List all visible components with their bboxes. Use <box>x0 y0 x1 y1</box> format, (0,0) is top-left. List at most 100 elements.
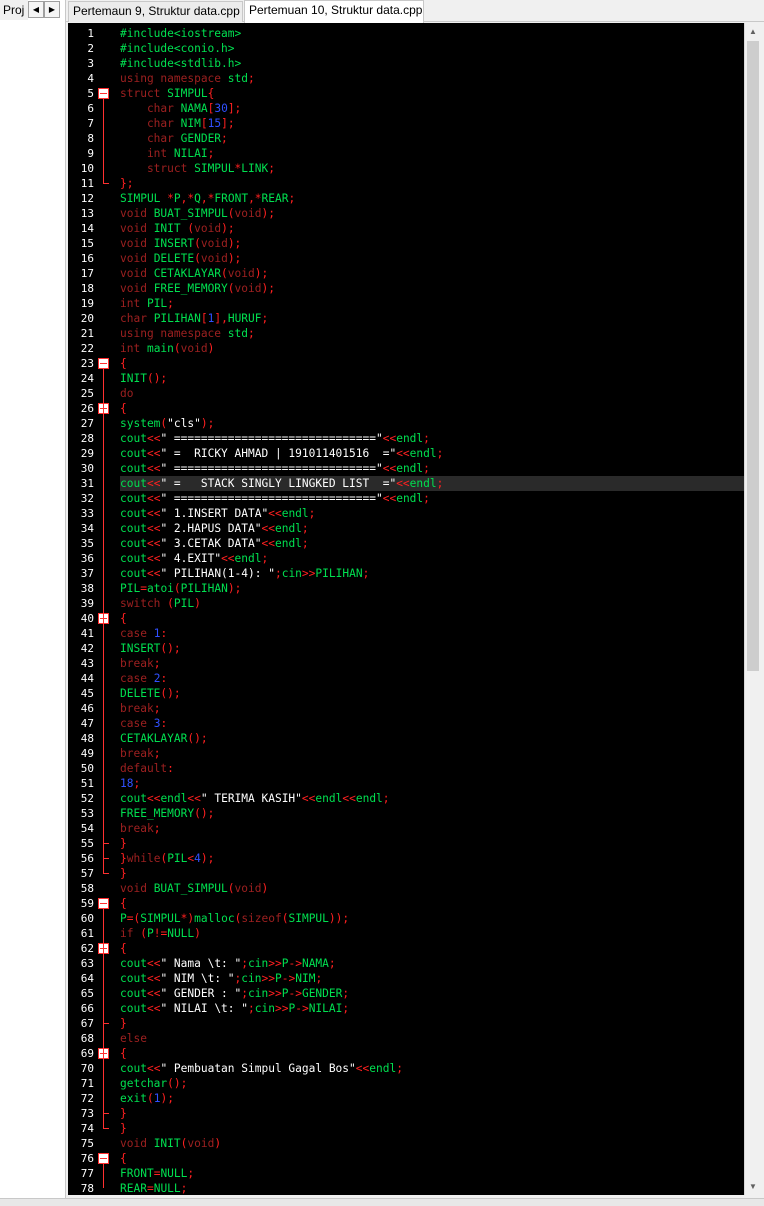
code-line[interactable]: 23 { <box>81 356 744 371</box>
code-line[interactable]: 63 cout<<" Nama \t: ";cin>>P->NAMA; <box>81 956 744 971</box>
code-line[interactable]: 5 struct SIMPUL{ <box>87 86 744 101</box>
scrollbar-thumb[interactable] <box>747 41 759 671</box>
code-line[interactable]: 30 cout<<" ==============================… <box>81 461 744 476</box>
code-line[interactable]: 34 cout<<" 2.HAPUS DATA"<<endl; <box>81 521 744 536</box>
code-line[interactable]: 58 void BUAT_SIMPUL(void) <box>81 881 744 896</box>
fold-toggle-icon[interactable] <box>98 1153 109 1164</box>
code-line[interactable]: 15 void INSERT(void); <box>81 236 744 251</box>
code-line[interactable]: 55} <box>81 836 744 851</box>
code-line[interactable]: 47 case 3: <box>81 716 744 731</box>
code-line[interactable]: 14 void INIT (void); <box>81 221 744 236</box>
code-line[interactable]: 49 break; <box>81 746 744 761</box>
code-line[interactable]: 73} <box>81 1106 744 1121</box>
code-line[interactable]: 35 cout<<" 3.CETAK DATA"<<endl; <box>81 536 744 551</box>
code-line[interactable]: 67} <box>81 1016 744 1031</box>
code-token: ,* <box>200 192 215 205</box>
code-line[interactable]: 26 { <box>81 401 744 416</box>
fold-toggle-icon[interactable] <box>98 88 109 99</box>
code-line[interactable]: 27 system("cls"); <box>81 416 744 431</box>
code-line[interactable]: 44 case 2: <box>81 671 744 686</box>
code-editor[interactable]: 1 #include<iostream> 2 #include<conio.h> 3 #i… <box>68 23 744 1195</box>
code-line[interactable]: 60 P=(SIMPUL*)malloc(sizeof(SIMPUL)); <box>81 911 744 926</box>
code-token: { <box>207 87 215 100</box>
code-line[interactable]: 78 REAR=NULL; <box>81 1181 744 1195</box>
code-line[interactable]: 45 DELETE(); <box>81 686 744 701</box>
project-tab[interactable]: Proj <box>0 0 28 20</box>
code-line[interactable]: 59 { <box>81 896 744 911</box>
code-line[interactable]: 2 #include<conio.h> <box>87 41 744 56</box>
code-line[interactable]: 76 { <box>81 1151 744 1166</box>
code-line[interactable]: 62 { <box>81 941 744 956</box>
line-number: 69 <box>80 1047 94 1060</box>
code-line[interactable]: 48 CETAKLAYAR(); <box>81 731 744 746</box>
code-line[interactable]: 33 cout<<" 1.INSERT DATA"<<endl; <box>81 506 744 521</box>
code-line[interactable]: 16 void DELETE(void); <box>81 251 744 266</box>
code-line[interactable]: 6 char NAMA[30]; <box>87 101 744 116</box>
code-token: " ==============================" <box>160 462 383 475</box>
code-line[interactable]: 42 INSERT(); <box>81 641 744 656</box>
fold-toggle-icon[interactable] <box>98 358 109 369</box>
code-line[interactable]: 52 cout<<endl<<" TERIMA KASIH"<<endl<<end… <box>81 791 744 806</box>
code-line[interactable]: 54 break; <box>81 821 744 836</box>
code-line[interactable]: 1 #include<iostream> <box>87 26 744 41</box>
code-line[interactable]: 65 cout<<" GENDER : ";cin>>P->GENDER; <box>81 986 744 1001</box>
code-line[interactable]: 41 case 1: <box>81 626 744 641</box>
code-line[interactable]: 9 int NILAI; <box>87 146 744 161</box>
code-line[interactable]: 3 #include<stdlib.h> <box>87 56 744 71</box>
code-line[interactable]: 4 using namespace std; <box>87 71 744 86</box>
code-line[interactable]: 51 18; <box>81 776 744 791</box>
code-line[interactable]: 12 SIMPUL *P,*Q,*FRONT,*REAR; <box>81 191 744 206</box>
code-token: << <box>146 1062 161 1075</box>
code-line[interactable]: 37 cout<<" PILIHAN(1-4): ";cin>>PILIHAN; <box>81 566 744 581</box>
code-line[interactable]: 10 struct SIMPUL*LINK; <box>81 161 744 176</box>
code-line[interactable]: 46 break; <box>81 701 744 716</box>
code-line[interactable]: 71 getchar(); <box>81 1076 744 1091</box>
code-line[interactable]: 11}; <box>81 176 744 191</box>
code-line[interactable]: 36 cout<<" 4.EXIT"<<endl; <box>81 551 744 566</box>
code-line[interactable]: 24 INIT(); <box>81 371 744 386</box>
code-line[interactable]: 77 FRONT=NULL; <box>81 1166 744 1181</box>
tab-scroll-left-button[interactable]: ◀ <box>28 1 44 18</box>
fold-toggle-icon[interactable] <box>98 898 109 909</box>
code-line[interactable]: 38 PIL=atoi(PILIHAN); <box>81 581 744 596</box>
code-line[interactable]: 17 void CETAKLAYAR(void); <box>81 266 744 281</box>
code-line[interactable]: 28 cout<<" ==============================… <box>81 431 744 446</box>
code-line[interactable]: 22 int main(void) <box>81 341 744 356</box>
scroll-up-arrow-icon[interactable]: ▲ <box>745 23 761 40</box>
vertical-scrollbar[interactable]: ▲ ▼ <box>744 23 761 1195</box>
code-line[interactable]: 69 { <box>81 1046 744 1061</box>
code-area[interactable]: 1 #include<iostream> 2 #include<conio.h> 3 #i… <box>81 26 744 1195</box>
code-line[interactable]: 25 do <box>81 386 744 401</box>
tab-scroll-right-button[interactable]: ▶ <box>44 1 60 18</box>
code-line[interactable]: 29 cout<<" = RICKY AHMAD | 191011401516 =… <box>81 446 744 461</box>
code-line[interactable]: 32 cout<<" ==============================… <box>81 491 744 506</box>
line-number: 35 <box>80 537 94 550</box>
code-line[interactable]: 39 switch (PIL) <box>81 596 744 611</box>
code-line[interactable]: 68 else <box>81 1031 744 1046</box>
code-line[interactable]: 57} <box>81 866 744 881</box>
code-line[interactable]: 70 cout<<" Pembuatan Simpul Gagal Bos"<<e… <box>81 1061 744 1076</box>
code-line[interactable]: 7 char NIM[15]; <box>87 116 744 131</box>
scroll-down-arrow-icon[interactable]: ▼ <box>745 1178 761 1195</box>
code-line[interactable]: 53 FREE_MEMORY(); <box>81 806 744 821</box>
code-line[interactable]: 21 using namespace std; <box>81 326 744 341</box>
code-line[interactable]: 8 char GENDER; <box>87 131 744 146</box>
tab-pertemaun-9[interactable]: Pertemaun 9, Struktur data.cpp <box>68 1 243 22</box>
code-line[interactable]: 50 default: <box>81 761 744 776</box>
code-line[interactable]: 75 void INIT(void) <box>81 1136 744 1151</box>
code-line[interactable]: 18 void FREE_MEMORY(void); <box>81 281 744 296</box>
code-line[interactable]: 43 break; <box>81 656 744 671</box>
code-line[interactable]: 64 cout<<" NIM \t: ";cin>>P->NIM; <box>81 971 744 986</box>
code-line[interactable]: 61 if (P!=NULL) <box>81 926 744 941</box>
code-line[interactable]: 56}while(PIL<4); <box>81 851 744 866</box>
code-line[interactable]: 13 void BUAT_SIMPUL(void); <box>81 206 744 221</box>
tab-pertemuan-10[interactable]: Pertemuan 10, Struktur data.cpp <box>244 0 424 23</box>
code-token: SIMPUL <box>120 192 168 205</box>
code-line[interactable]: 20 char PILIHAN[1],HURUF; <box>81 311 744 326</box>
code-line[interactable]: 66 cout<<" NILAI \t: ";cin>>P->NILAI; <box>81 1001 744 1016</box>
code-line[interactable]: 19 int PIL; <box>81 296 744 311</box>
code-line[interactable]: 74} <box>81 1121 744 1136</box>
code-line[interactable]: 72 exit(1); <box>81 1091 744 1106</box>
code-line[interactable]: 31 cout<<" = STACK SINGLY LINGKED LIST ="… <box>81 476 744 491</box>
code-line[interactable]: 40 { <box>81 611 744 626</box>
